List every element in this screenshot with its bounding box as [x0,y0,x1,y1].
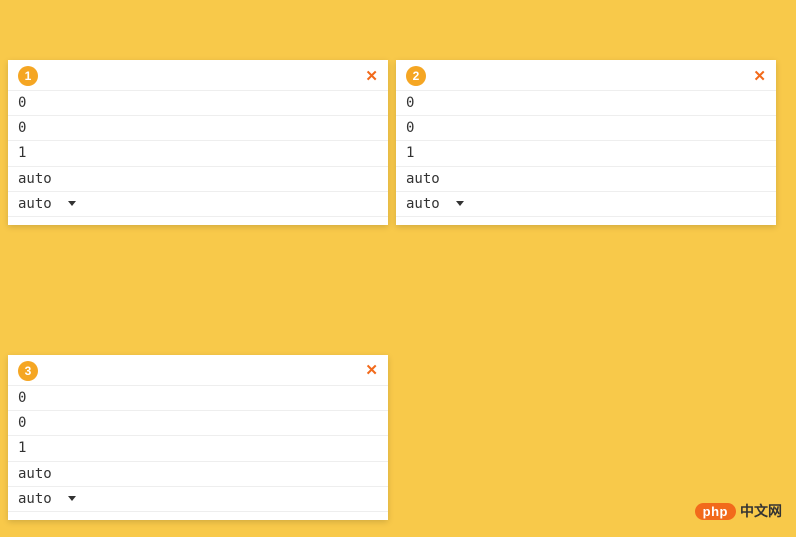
close-icon[interactable]: ✕ [753,69,766,84]
row-value: auto [18,490,52,508]
panel-1: 1 ✕ 0 0 1 auto auto [8,60,388,225]
dropdown-row[interactable]: auto [8,486,388,512]
row-value: 1 [406,144,414,162]
row-value: auto [406,195,440,213]
value-row[interactable]: 0 [8,115,388,140]
value-row[interactable]: 0 [8,385,388,410]
panel-2: 2 ✕ 0 0 1 auto auto [396,60,776,225]
row-value: 0 [406,94,414,112]
value-row[interactable]: 0 [8,410,388,435]
logo-text: 中文网 [740,501,782,521]
row-value: 0 [406,119,414,137]
value-row[interactable]: 0 [8,90,388,115]
badge-number: 3 [18,361,38,381]
panel-3: 3 ✕ 0 0 1 auto auto [8,355,388,520]
panel-rows: 0 0 1 auto auto [396,90,776,217]
row-value: auto [18,465,52,483]
row-value: 1 [18,439,26,457]
panel-header: 1 ✕ [8,60,388,90]
row-value: 0 [18,94,26,112]
panel-header: 3 ✕ [8,355,388,385]
row-value: auto [18,170,52,188]
panel-header: 2 ✕ [396,60,776,90]
value-row[interactable]: auto [8,461,388,486]
chevron-down-icon [68,201,76,206]
panel-container: 1 ✕ 0 0 1 auto auto 2 ✕ 0 0 1 auto auto … [0,52,796,528]
value-row[interactable]: auto [396,166,776,191]
dropdown-row[interactable]: auto [8,191,388,217]
value-row[interactable]: 0 [396,90,776,115]
dropdown-row[interactable]: auto [396,191,776,217]
panel-rows: 0 0 1 auto auto [8,385,388,512]
row-value: 1 [18,144,26,162]
badge-number: 2 [406,66,426,86]
value-row[interactable]: 1 [8,435,388,460]
watermark-logo: php 中文网 [695,501,782,521]
row-value: 0 [18,389,26,407]
row-value: auto [406,170,440,188]
row-value: 0 [18,119,26,137]
badge-number: 1 [18,66,38,86]
value-row[interactable]: auto [8,166,388,191]
value-row[interactable]: 1 [8,140,388,165]
value-row[interactable]: 0 [396,115,776,140]
row-value: auto [18,195,52,213]
panel-rows: 0 0 1 auto auto [8,90,388,217]
close-icon[interactable]: ✕ [365,69,378,84]
row-value: 0 [18,414,26,432]
logo-pill: php [695,503,736,520]
chevron-down-icon [68,496,76,501]
value-row[interactable]: 1 [396,140,776,165]
close-icon[interactable]: ✕ [365,363,378,378]
chevron-down-icon [456,201,464,206]
